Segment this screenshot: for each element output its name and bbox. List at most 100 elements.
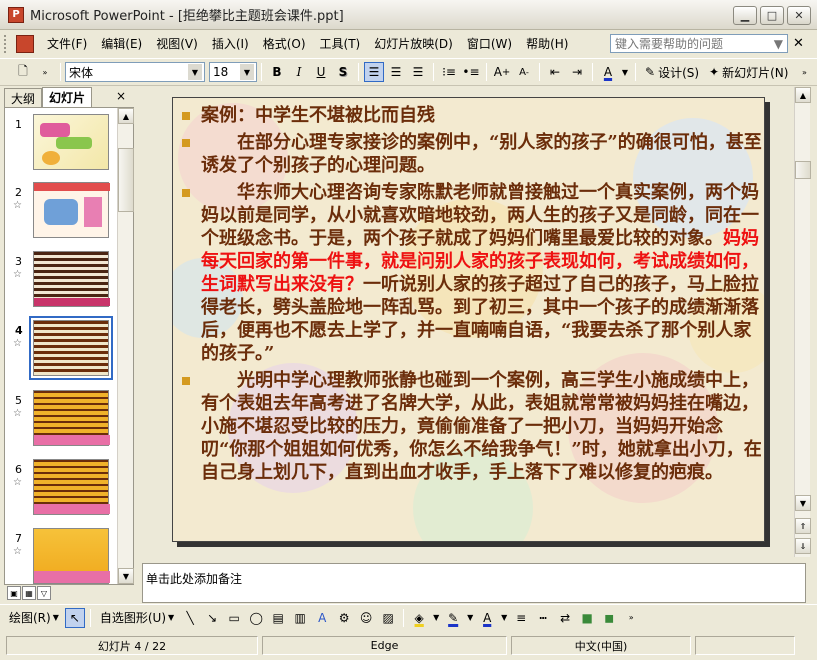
picture-icon[interactable]: ▨: [378, 608, 398, 628]
previous-slide-icon[interactable]: ⇑: [795, 518, 811, 534]
bulleted-list-icon[interactable]: •≡: [461, 62, 481, 82]
font-size-select[interactable]: 18 ▼: [209, 62, 257, 82]
italic-button[interactable]: I: [289, 62, 309, 82]
line-icon[interactable]: ╲: [180, 608, 200, 628]
decrease-indent-icon[interactable]: ⇤: [545, 62, 565, 82]
minimize-button[interactable]: ▁: [733, 6, 757, 25]
vertical-textbox-icon[interactable]: ▥: [290, 608, 310, 628]
menu-insert[interactable]: 插入(I): [205, 33, 256, 54]
next-slide-icon[interactable]: ⇓: [795, 538, 811, 554]
line-style-icon[interactable]: ≡: [511, 608, 531, 628]
slide-preview[interactable]: [33, 114, 109, 170]
rectangle-icon[interactable]: ▭: [224, 608, 244, 628]
maximize-button[interactable]: □: [760, 6, 784, 25]
increase-indent-icon[interactable]: ⇥: [567, 62, 587, 82]
align-left-icon[interactable]: ☰: [364, 62, 384, 82]
font-name-select[interactable]: 宋体 ▼: [65, 62, 205, 82]
slide-thumbnail[interactable]: 3 ☆: [5, 251, 117, 313]
dash-style-icon[interactable]: ┅: [533, 608, 553, 628]
chevron-down-icon: ▼: [52, 613, 59, 622]
close-button[interactable]: ✕: [787, 6, 811, 25]
arrow-icon[interactable]: ↘: [202, 608, 222, 628]
draw-menu-button[interactable]: 绘图(R) ▼: [5, 608, 63, 628]
menu-format[interactable]: 格式(O): [256, 33, 313, 54]
scroll-thumb[interactable]: [795, 161, 811, 179]
font-color-icon[interactable]: A: [477, 608, 497, 628]
arrow-style-icon[interactable]: ⇄: [555, 608, 575, 628]
align-center-icon[interactable]: ☰: [386, 62, 406, 82]
clipart-icon[interactable]: ☺: [356, 608, 376, 628]
toolbar-options-icon[interactable]: »: [35, 62, 55, 82]
underline-button[interactable]: U: [311, 62, 331, 82]
autoshapes-button[interactable]: 自选图形(U) ▼: [96, 608, 178, 628]
menu-help[interactable]: 帮助(H): [519, 33, 575, 54]
chevron-down-icon[interactable]: ▼: [431, 608, 441, 628]
select-pointer-icon[interactable]: ↖: [64, 607, 85, 628]
slide-thumbnail[interactable]: 5 ☆: [5, 390, 117, 452]
normal-view-icon[interactable]: ▣: [7, 586, 21, 600]
close-icon[interactable]: ✕: [793, 36, 804, 51]
scroll-down-icon[interactable]: ▼: [118, 568, 134, 584]
3d-style-icon[interactable]: ◼: [599, 608, 619, 628]
slide-thumbnail[interactable]: 4 ☆: [5, 316, 117, 382]
notes-pane[interactable]: 单击此处添加备注: [142, 563, 806, 603]
slide-preview[interactable]: [29, 316, 113, 380]
chevron-down-icon[interactable]: ▼: [620, 62, 630, 82]
shadow-button[interactable]: S: [333, 62, 353, 82]
slide-body-text[interactable]: 案例：中学生不堪被比而自残 在部分心理专家接诊的案例中，“别人家的孩子”的确很可…: [179, 104, 763, 484]
slide-thumbnail[interactable]: 7 ☆: [5, 528, 117, 584]
chevron-down-icon[interactable]: ▼: [774, 37, 783, 51]
menu-slideshow[interactable]: 幻灯片放映(D): [367, 33, 460, 54]
scroll-up-icon[interactable]: ▲: [795, 87, 811, 103]
slide-preview[interactable]: [33, 182, 110, 238]
new-slide-button[interactable]: ✦ 新幻灯片(N): [705, 62, 792, 82]
toolbar-options-icon[interactable]: »: [794, 62, 814, 82]
chevron-down-icon[interactable]: ▼: [465, 608, 475, 628]
new-document-icon[interactable]: 🗋: [13, 62, 33, 82]
align-right-icon[interactable]: ☰: [408, 62, 428, 82]
menu-file[interactable]: 文件(F): [40, 33, 94, 54]
numbered-list-icon[interactable]: ⁝≡: [439, 62, 459, 82]
decrease-font-icon[interactable]: A-: [514, 62, 534, 82]
thumbnail-scrollbar[interactable]: ▲ ▼: [117, 108, 134, 584]
slide-thumbnail[interactable]: 1: [5, 114, 117, 176]
increase-font-icon[interactable]: A +: [492, 62, 512, 82]
slide-preview[interactable]: [33, 251, 110, 307]
slide-sorter-icon[interactable]: ▦: [22, 586, 36, 600]
scroll-down-icon[interactable]: ▼: [795, 495, 811, 511]
wordart-icon[interactable]: A: [312, 608, 332, 628]
tab-slides[interactable]: 幻灯片: [42, 87, 93, 107]
slide-preview[interactable]: [33, 528, 110, 584]
diagram-icon[interactable]: ⚙: [334, 608, 354, 628]
slide-preview[interactable]: [33, 459, 110, 515]
slideshow-icon[interactable]: ▽: [37, 586, 51, 600]
design-button[interactable]: ✎ 设计(S): [641, 62, 703, 82]
font-color-icon[interactable]: A: [598, 62, 618, 82]
slide-thumbnail[interactable]: 6 ☆: [5, 459, 117, 521]
slide-preview[interactable]: [33, 390, 110, 446]
menu-edit[interactable]: 编辑(E): [94, 33, 149, 54]
tab-outline[interactable]: 大纲: [4, 88, 43, 107]
menu-grip[interactable]: [4, 34, 12, 53]
chevron-down-icon[interactable]: ▼: [240, 64, 254, 80]
chevron-down-icon[interactable]: ▼: [188, 64, 202, 80]
current-slide[interactable]: 案例：中学生不堪被比而自残 在部分心理专家接诊的案例中，“别人家的孩子”的确很可…: [172, 97, 765, 542]
line-color-icon[interactable]: ✎: [443, 608, 463, 628]
menu-window[interactable]: 窗口(W): [460, 33, 519, 54]
textbox-icon[interactable]: ▤: [268, 608, 288, 628]
scroll-thumb[interactable]: [118, 148, 134, 212]
shadow-style-icon[interactable]: ■: [577, 608, 597, 628]
menu-view[interactable]: 视图(V): [149, 33, 205, 54]
editor-scrollbar[interactable]: ▲ ▼ ⇑ ⇓: [794, 87, 811, 557]
fill-color-icon[interactable]: ◈: [409, 608, 429, 628]
scroll-up-icon[interactable]: ▲: [118, 108, 134, 124]
help-search-input[interactable]: 键入需要帮助的问题 ▼: [610, 34, 788, 53]
slide-thumbnail[interactable]: 2 ☆: [5, 182, 117, 244]
document-icon[interactable]: [16, 34, 34, 53]
oval-icon[interactable]: ◯: [246, 608, 266, 628]
toolbar-options-icon[interactable]: »: [621, 608, 641, 628]
chevron-down-icon[interactable]: ▼: [499, 608, 509, 628]
close-icon[interactable]: ×: [116, 89, 126, 103]
menu-tools[interactable]: 工具(T): [313, 33, 368, 54]
bold-button[interactable]: B: [267, 62, 287, 82]
